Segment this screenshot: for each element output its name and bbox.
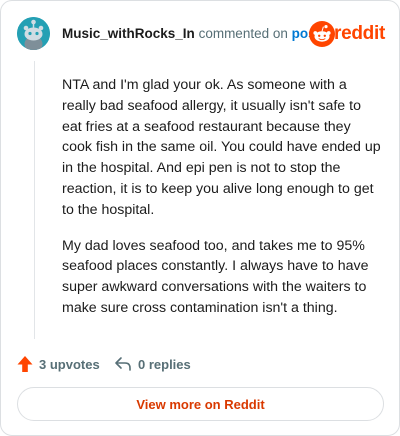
comment-embed-card: Music_withRocks_In commented on post red… — [0, 0, 400, 436]
snoo-avatar-icon[interactable] — [17, 17, 50, 50]
comment-body: NTA and I'm glad your ok. As someone wit… — [62, 75, 384, 334]
view-more-label: View more on Reddit — [136, 396, 265, 412]
upvote-button[interactable]: 3 upvotes — [17, 353, 100, 375]
reddit-wordmark: reddit — [334, 23, 385, 44]
commented-on-text: commented on — [198, 26, 288, 41]
view-more-button[interactable]: View more on Reddit — [17, 387, 384, 421]
reply-arrow-icon — [115, 357, 131, 371]
reply-button[interactable]: 0 replies — [114, 353, 191, 375]
upvote-arrow-icon — [17, 356, 33, 372]
comment-header: Music_withRocks_In commented on post red… — [17, 17, 385, 51]
comment-actions: 3 upvotes 0 replies — [17, 353, 385, 375]
reddit-logo-icon — [309, 21, 335, 47]
thread-line — [34, 61, 35, 339]
author-line: Music_withRocks_In commented on post — [62, 25, 320, 43]
comment-paragraph: My dad loves seafood too, and takes me t… — [62, 237, 369, 316]
author-name[interactable]: Music_withRocks_In — [62, 26, 195, 41]
upvote-count: 3 upvotes — [39, 356, 100, 372]
reply-count: 0 replies — [138, 356, 191, 372]
comment-paragraph: NTA and I'm glad your ok. As someone wit… — [62, 77, 381, 218]
